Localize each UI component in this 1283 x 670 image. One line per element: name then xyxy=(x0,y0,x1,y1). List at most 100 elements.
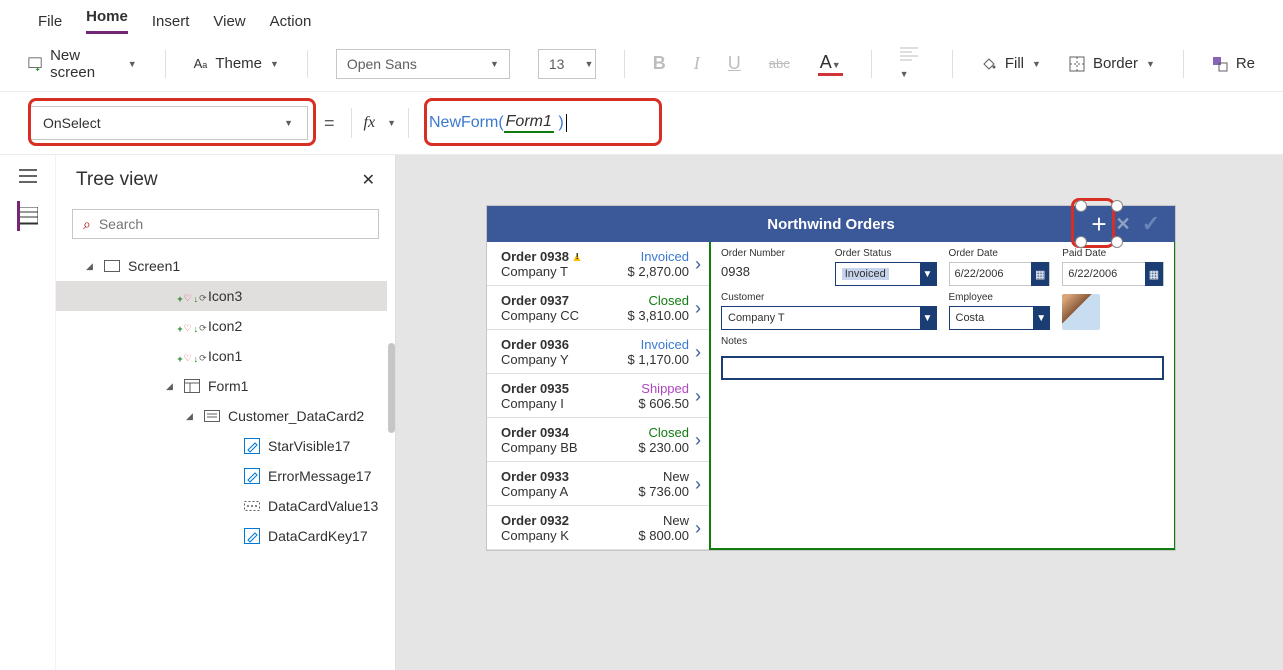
main-area: Tree view ✕ ⌕ ◢Screen1+♡↓⟳Icon3+♡↓⟳Icon2… xyxy=(0,155,1283,670)
chevron-right-icon: › xyxy=(695,298,701,319)
tree-item[interactable]: StarVisible17 xyxy=(56,431,387,461)
font-size-dropdown[interactable]: 13 ▼ xyxy=(538,49,596,79)
ribbon: New screen ▼ Aa Theme ▼ Open Sans ▼ 13 ▼… xyxy=(0,38,1283,92)
font-color-button[interactable]: A▼ xyxy=(818,52,843,76)
separator xyxy=(165,50,166,78)
tree-item[interactable]: ErrorMessage17 xyxy=(56,461,387,491)
chevron-down-icon: ▼ xyxy=(584,59,593,69)
date-paid-date[interactable]: 6/22/2006▦ xyxy=(1062,262,1164,286)
search-input[interactable] xyxy=(99,216,368,232)
close-icon[interactable]: ✕ xyxy=(362,170,375,190)
tree-item-label: StarVisible17 xyxy=(268,438,350,454)
menu-action[interactable]: Action xyxy=(270,13,312,30)
tree-item-icon xyxy=(204,408,220,424)
italic-button[interactable]: I xyxy=(694,53,700,74)
formula-input[interactable]: NewForm( Form1 ) xyxy=(421,107,575,139)
tree-item[interactable]: ◢Customer_DataCard2 xyxy=(56,401,387,431)
tree-item-label: Screen1 xyxy=(128,258,180,274)
tree-item-icon: +♡↓⟳ xyxy=(184,348,200,364)
expand-arrow-icon[interactable]: ◢ xyxy=(166,381,176,392)
menu-file[interactable]: File xyxy=(38,13,62,30)
order-status: Closed xyxy=(628,293,689,308)
order-row[interactable]: Order 0935Company IShipped$ 606.50› xyxy=(487,374,709,418)
order-row[interactable]: Order 0936Company YInvoiced$ 1,170.00› xyxy=(487,330,709,374)
menu-insert[interactable]: Insert xyxy=(152,13,190,30)
orders-list: Order 0938▲!Company TInvoiced$ 2,870.00›… xyxy=(487,242,709,550)
date-order-date[interactable]: 6/22/2006▦ xyxy=(949,262,1051,286)
order-status: New xyxy=(638,513,689,528)
new-screen-icon xyxy=(28,56,42,72)
left-rail xyxy=(0,155,56,670)
select-order-status[interactable]: Invoiced▼ xyxy=(835,262,937,286)
reorder-button[interactable]: Re xyxy=(1212,55,1255,72)
tree-item-icon xyxy=(244,438,260,454)
menu-home[interactable]: Home xyxy=(86,8,128,34)
order-row[interactable]: Order 0932Company KNew$ 800.00› xyxy=(487,506,709,550)
label-employee: Employee xyxy=(949,292,1051,303)
order-status: New xyxy=(638,469,689,484)
tree-search[interactable]: ⌕ xyxy=(72,209,379,239)
order-status: Invoiced xyxy=(628,337,689,352)
search-icon: ⌕ xyxy=(83,216,91,233)
equals-sign: = xyxy=(324,113,335,134)
chevron-right-icon: › xyxy=(695,342,701,363)
scrollbar[interactable] xyxy=(388,343,395,433)
theme-button[interactable]: Aa Theme ▼ xyxy=(194,55,279,72)
selection-handle[interactable] xyxy=(1075,200,1087,212)
menu-view[interactable]: View xyxy=(213,13,245,30)
new-screen-button[interactable]: New screen ▼ xyxy=(28,47,137,81)
order-amount: $ 230.00 xyxy=(638,440,689,455)
property-selector[interactable]: OnSelect ▼ xyxy=(28,106,308,140)
border-button[interactable]: Border ▼ xyxy=(1069,55,1155,72)
tree-item[interactable]: DataCardKey17 xyxy=(56,521,387,551)
tree-item[interactable]: ◢ Screen1 xyxy=(56,251,387,281)
chevron-down-icon: ▼ xyxy=(920,306,936,330)
font-dropdown[interactable]: Open Sans ▼ xyxy=(336,49,510,79)
order-row[interactable]: Order 0937Company CCClosed$ 3,810.00› xyxy=(487,286,709,330)
input-notes[interactable] xyxy=(721,356,1164,380)
label-order-date: Order Date xyxy=(949,248,1051,259)
chevron-down-icon: ▼ xyxy=(270,59,279,69)
tree-view-icon[interactable] xyxy=(17,205,39,227)
order-row[interactable]: Order 0933Company ANew$ 736.00› xyxy=(487,462,709,506)
font-size: 13 xyxy=(549,56,565,72)
hamburger-icon[interactable] xyxy=(17,165,39,187)
tree-item[interactable]: +♡↓⟳Icon1 xyxy=(56,341,387,371)
order-number: Order 0935 xyxy=(501,381,638,396)
underline-button[interactable]: U xyxy=(728,53,741,74)
order-amount: $ 2,870.00 xyxy=(628,264,689,279)
check-icon[interactable]: ✓ xyxy=(1133,206,1169,242)
tree-item-icon: +♡↓⟳ xyxy=(184,318,200,334)
select-customer[interactable]: Company T▼ xyxy=(721,306,937,330)
tree-item-icon xyxy=(244,498,260,514)
strikethrough-button[interactable]: abc xyxy=(769,56,790,71)
order-company: Company Y xyxy=(501,352,628,367)
chevron-down-icon[interactable]: ▼ xyxy=(387,118,396,128)
new-screen-label: New screen xyxy=(50,47,120,81)
align-button[interactable]: ▼ xyxy=(900,47,924,80)
expand-arrow-icon[interactable]: ◢ xyxy=(86,261,96,272)
bold-button[interactable]: B xyxy=(653,53,666,74)
order-row[interactable]: Order 0934Company BBClosed$ 230.00› xyxy=(487,418,709,462)
formula-fn: NewForm xyxy=(429,114,498,132)
tree-item[interactable]: +♡↓⟳Icon3 xyxy=(56,281,387,311)
tree-item-icon: +♡↓⟳ xyxy=(184,288,200,304)
app-body: Order 0938▲!Company TInvoiced$ 2,870.00›… xyxy=(487,242,1175,550)
calendar-icon: ▦ xyxy=(1031,262,1049,286)
tree-item-label: Form1 xyxy=(208,378,248,394)
tree-item[interactable]: ◢ Form1 xyxy=(56,371,387,401)
expand-arrow-icon[interactable]: ◢ xyxy=(186,411,196,422)
separator xyxy=(871,50,872,78)
chevron-right-icon: › xyxy=(695,518,701,539)
select-employee[interactable]: Costa▼ xyxy=(949,306,1051,330)
tree-item[interactable]: DataCardValue13 xyxy=(56,491,387,521)
tree-item[interactable]: +♡↓⟳Icon2 xyxy=(56,311,387,341)
chevron-down-icon: ▼ xyxy=(1032,59,1041,69)
order-row[interactable]: Order 0938▲!Company TInvoiced$ 2,870.00› xyxy=(487,242,709,286)
fill-button[interactable]: Fill ▼ xyxy=(981,55,1041,72)
fill-icon xyxy=(981,56,997,72)
value-order-number: 0938 xyxy=(721,262,823,279)
order-company: Company K xyxy=(501,528,638,543)
order-status: Closed xyxy=(638,425,689,440)
order-amount: $ 800.00 xyxy=(638,528,689,543)
